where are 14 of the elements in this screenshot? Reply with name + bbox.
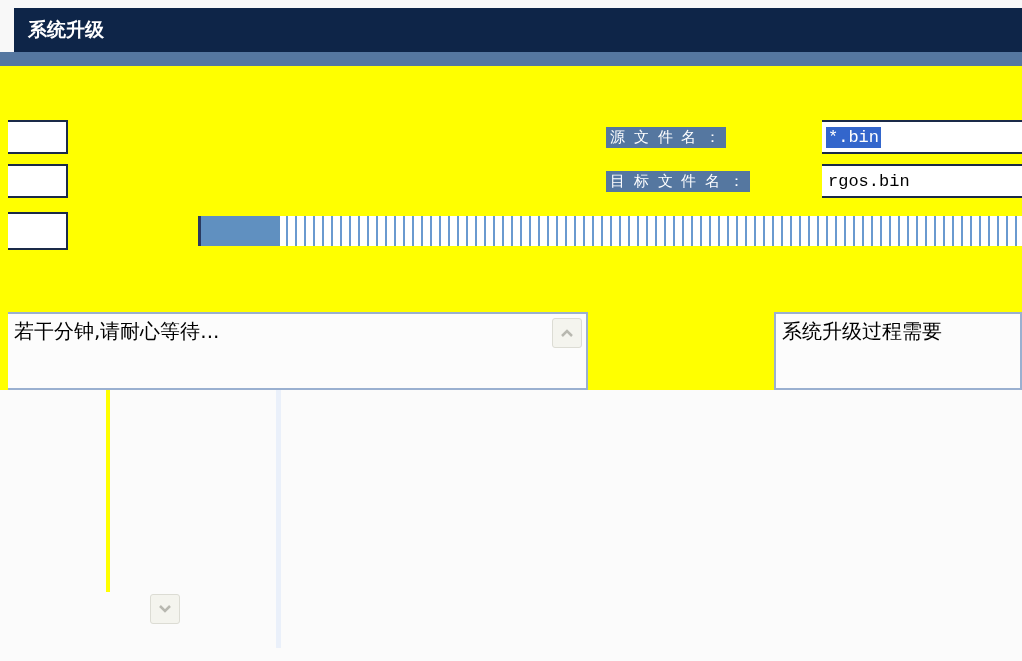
field-value: rgos.bin xyxy=(827,170,911,192)
message-text: 系统升级过程需要 xyxy=(781,318,943,345)
input-field[interactable] xyxy=(8,212,68,250)
input-field[interactable]: rgos.bin xyxy=(822,164,1022,198)
input-field[interactable] xyxy=(8,164,68,198)
input-field[interactable] xyxy=(8,120,68,154)
field-label: 源 文 件 名 ： xyxy=(606,126,727,148)
chevron-up-icon xyxy=(560,328,574,338)
message-text: 若干分钟,请耐心等待... xyxy=(13,318,221,345)
chevron-down-icon xyxy=(158,604,172,614)
input-field[interactable]: *.bin xyxy=(822,120,1022,154)
field-value: *.bin xyxy=(826,126,881,148)
window-title: 系统升级 xyxy=(28,17,104,42)
field-label: 目 标 文 件 名 ： xyxy=(606,170,750,192)
